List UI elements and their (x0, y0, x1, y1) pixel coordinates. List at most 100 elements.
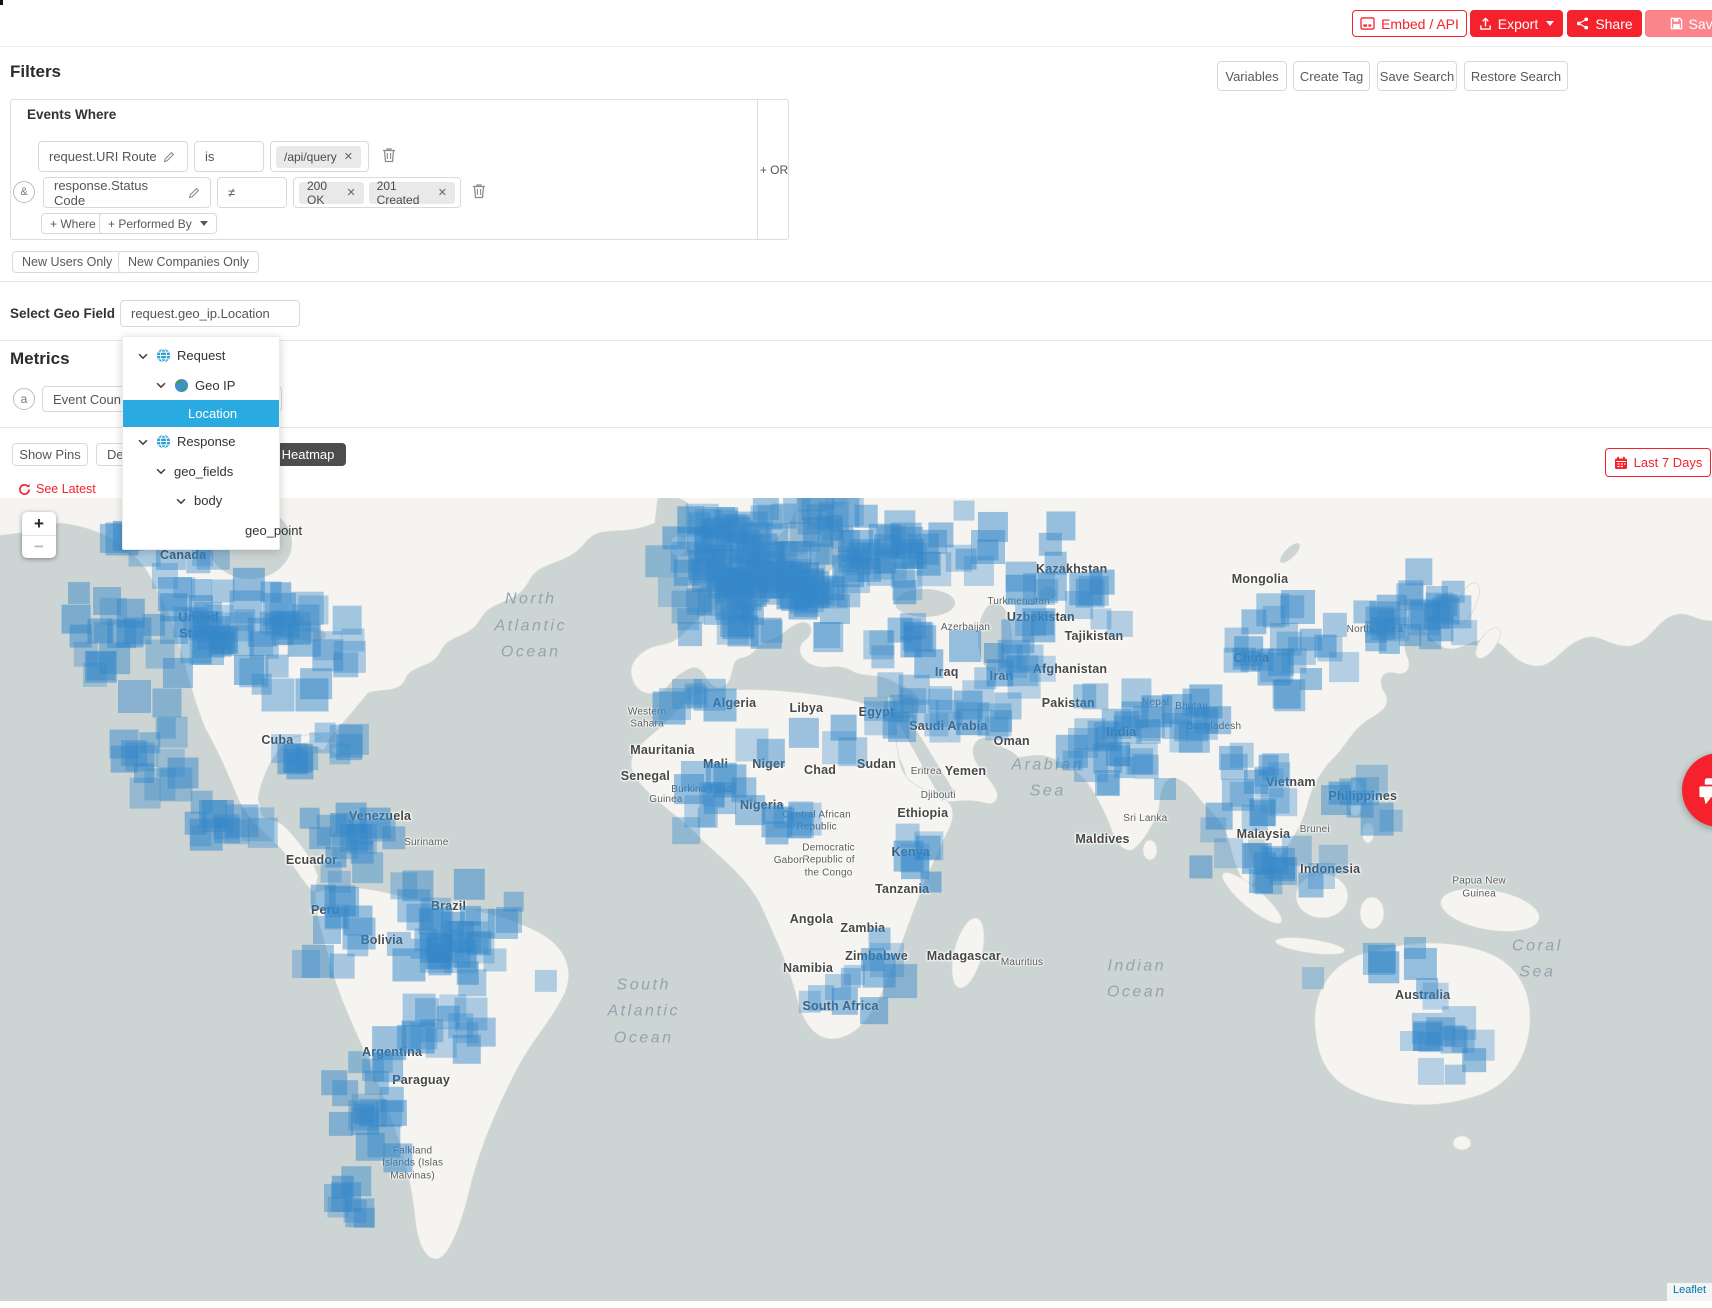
filter-operator[interactable]: ≠ (217, 177, 287, 208)
heatmap-cell (302, 945, 334, 977)
filter-field-label: request.URI Route (49, 149, 157, 164)
heatmap-cell (772, 504, 797, 529)
heatmap-cell (925, 713, 948, 736)
heatmap-cell (1443, 1006, 1477, 1040)
trash-icon[interactable] (471, 182, 487, 205)
heatmap-cell (1302, 967, 1324, 989)
tree-item-geo-point[interactable]: geo_point (123, 516, 279, 546)
heatmap-button[interactable]: Heatmap (270, 443, 346, 466)
heatmap-cell (1219, 746, 1243, 770)
heatmap-cell (890, 523, 921, 554)
add-performed-by-button[interactable]: + Performed By (99, 213, 217, 234)
heatmap-cell (751, 618, 782, 649)
heatmap-cell (347, 935, 368, 956)
heatmap-cell (157, 717, 188, 748)
filter-field[interactable]: request.URI Route (38, 141, 188, 172)
tree-item-request[interactable]: Request (123, 341, 279, 371)
filter-value-chip[interactable]: 201 Created✕ (369, 182, 455, 204)
heatmap-cell (844, 964, 864, 984)
trash-icon[interactable] (381, 146, 397, 169)
heatmap-cell (814, 622, 840, 648)
heatmap-cell (225, 804, 258, 837)
heatmap-cell (336, 802, 367, 833)
filter-values[interactable]: /api/query✕ (270, 141, 369, 172)
heatmap-cell (429, 952, 452, 975)
metric-value: Event Coun (53, 392, 121, 407)
heatmap-cell (921, 871, 942, 892)
bottom-strip (0, 1301, 1712, 1308)
heatmap-cell (901, 843, 930, 872)
create-tag-button[interactable]: Create Tag (1293, 61, 1370, 91)
zoom-in-button[interactable]: + (22, 512, 56, 535)
new-companies-only-button[interactable]: New Companies Only (118, 251, 259, 273)
tree-item-label: body (194, 493, 222, 508)
chip-remove-icon[interactable]: ✕ (438, 186, 447, 199)
tree-item-geo-ip[interactable]: Geo IP (123, 371, 279, 401)
embed-api-button[interactable]: Embed / API (1352, 10, 1467, 37)
heatmap-cell (1371, 609, 1395, 633)
filter-value-chip[interactable]: 200 OK✕ (299, 182, 364, 204)
tree-item-label: Location (188, 406, 237, 421)
restore-search-button[interactable]: Restore Search (1464, 61, 1568, 91)
metrics-title: Metrics (10, 349, 70, 369)
heatmap-cell (209, 634, 232, 657)
see-latest-link[interactable]: See Latest (18, 482, 96, 496)
filter-value-chip[interactable]: /api/query✕ (276, 146, 361, 168)
heatmap-cell (1233, 647, 1256, 670)
heatmap-cell (387, 932, 411, 956)
add-or-button[interactable]: + OR (757, 100, 790, 239)
heatmap-cell (830, 714, 857, 741)
heatmap-cell (269, 603, 290, 624)
caret-down-icon (1546, 21, 1554, 26)
calendar-icon (1614, 456, 1628, 470)
zoom-out-button[interactable]: − (22, 535, 56, 558)
share-button[interactable]: Share (1567, 10, 1642, 37)
heatmap-cell (356, 1133, 384, 1161)
tree-item-location[interactable]: Location (123, 400, 279, 427)
heatmap-cell (1262, 754, 1290, 782)
show-pins-button[interactable]: Show Pins (12, 443, 88, 466)
tree-item-response[interactable]: Response (123, 427, 279, 457)
world-map[interactable]: North Atlantic OceanSouth Atlantic Ocean… (0, 498, 1712, 1301)
filter-operator[interactable]: is (194, 141, 264, 172)
filter-field[interactable]: response.Status Code (43, 177, 211, 208)
variables-button[interactable]: Variables (1217, 61, 1287, 91)
chip-remove-icon[interactable]: ✕ (346, 186, 355, 199)
filter-values[interactable]: 200 OK✕201 Created✕ (293, 177, 461, 208)
tree-item-body[interactable]: body (123, 486, 279, 516)
leaflet-attribution[interactable]: Leaflet (1667, 1283, 1712, 1301)
heatmap-cell (1300, 668, 1322, 690)
heatmap-cell (770, 560, 794, 584)
save-button[interactable]: Save (1645, 10, 1712, 37)
see-latest-label: See Latest (36, 482, 96, 496)
heatmap-cell (345, 1198, 374, 1227)
add-or-label: + OR (760, 163, 788, 177)
heatmap-cell (864, 697, 888, 721)
heatmap-cell (1263, 606, 1285, 628)
export-icon (1479, 17, 1492, 31)
heatmap-layer (0, 498, 1712, 1301)
heatmap-cell (1404, 948, 1436, 980)
add-where-button[interactable]: + Where (41, 213, 105, 234)
heatmap-cell (1068, 728, 1098, 758)
export-button[interactable]: Export (1470, 10, 1563, 37)
heatmap-cell (1417, 1058, 1443, 1084)
geo-field-input[interactable]: request.geo_ip.Location (120, 300, 300, 327)
heatmap-cell (687, 527, 713, 553)
heatmap-cell (1044, 552, 1067, 575)
heatmap-cell (1083, 684, 1108, 709)
heatmap-cell (1272, 680, 1301, 709)
heatmap-cell (1261, 846, 1289, 874)
metric-a-badge: a (13, 388, 35, 410)
date-range-button[interactable]: Last 7 Days (1605, 448, 1711, 477)
tree-item-geo-fields[interactable]: geo_fields (123, 457, 279, 487)
heatmap-cell (118, 680, 152, 714)
refresh-icon (18, 483, 31, 496)
heatmap-cell (860, 997, 888, 1025)
new-users-only-button[interactable]: New Users Only (12, 251, 122, 273)
heatmap-cell (1322, 785, 1352, 815)
save-search-button[interactable]: Save Search (1377, 61, 1457, 91)
chip-remove-icon[interactable]: ✕ (344, 150, 353, 163)
heatmap-cell (194, 602, 222, 630)
heatmap-cell (1190, 855, 1213, 878)
